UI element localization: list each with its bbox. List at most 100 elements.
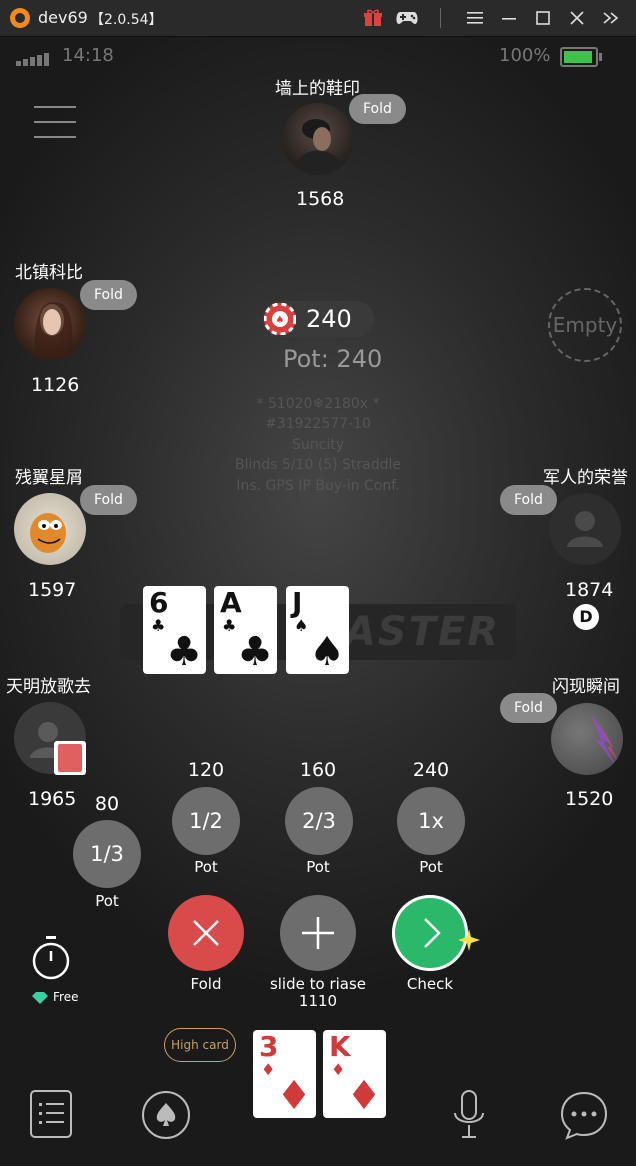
card-rank: 3 <box>259 1030 279 1063</box>
maximize-icon[interactable] <box>526 6 560 30</box>
plus-icon <box>302 917 334 949</box>
board-card: J ♠ ♠ <box>286 586 349 674</box>
app-logo-icon <box>10 8 30 28</box>
stopwatch-icon[interactable] <box>30 935 72 981</box>
card-rank: 6 <box>149 586 169 619</box>
hand-card: K ♦ ♦ <box>323 1030 386 1118</box>
avatar-left-upper[interactable] <box>14 288 86 360</box>
chips-left-upper: 1126 <box>31 374 80 396</box>
fold-badge-right-lower: Fold <box>500 693 557 723</box>
bet-option-amount: 240 <box>412 759 450 781</box>
dealer-button: D <box>573 604 599 630</box>
avatar-right-middle[interactable] <box>549 493 621 565</box>
window-controls <box>356 6 628 30</box>
fold-badge-right-middle: Fold <box>500 485 557 515</box>
bet-option-amount: 120 <box>187 759 225 781</box>
table-info-line: Ins. GPS IP Buy-in Conf. <box>236 478 400 494</box>
fold-label: Fold <box>190 975 222 993</box>
empty-seat[interactable]: Empty <box>548 288 622 362</box>
bet-option-label: Pot <box>194 858 218 876</box>
bet-option-amount: 160 <box>299 759 337 781</box>
gift-icon[interactable] <box>356 6 390 30</box>
chips-right-lower: 1520 <box>565 788 614 810</box>
chips-left-lower: 1965 <box>28 788 77 810</box>
card-rank: K <box>329 1030 351 1063</box>
hidden-card-icon <box>54 741 86 775</box>
board-card: A ♣ ♣ <box>214 586 277 674</box>
gamepad-icon[interactable] <box>390 6 424 30</box>
bet-full-pot-button[interactable]: 1x <box>397 787 465 855</box>
bet-option-label: Pot <box>419 858 443 876</box>
check-button[interactable] <box>392 895 468 971</box>
minimize-icon[interactable] <box>492 6 526 30</box>
board-card: 6 ♣ ♣ <box>143 586 206 674</box>
avatar-top[interactable] <box>282 103 354 175</box>
hamburger-menu-button[interactable] <box>34 106 76 140</box>
pot-bet-amount: 240 <box>306 305 352 333</box>
card-rank: A <box>220 586 242 619</box>
raise-label: slide to riase <box>269 975 367 993</box>
chevron-right-icon <box>424 918 441 948</box>
raise-amount: 1110 <box>298 992 338 1010</box>
card-suit: ♦ <box>261 1060 276 1079</box>
diamond-icon <box>32 992 48 1004</box>
bet-two-thirds-pot-button[interactable]: 2/3 <box>285 787 353 855</box>
card-rank: J <box>292 586 303 619</box>
fold-badge-left-middle: Fold <box>80 485 137 515</box>
raise-slider-button[interactable] <box>280 895 356 971</box>
window-titlebar: dev69 【2.0.54】 <box>0 0 636 37</box>
player-name-left-middle: 残翼星屑 <box>15 468 83 488</box>
table-info-line: Suncity <box>292 437 344 453</box>
hand-history-icon[interactable] <box>29 1089 73 1139</box>
signal-icon <box>16 53 49 66</box>
card-suit: ♠ <box>294 616 309 635</box>
player-name-right-middle: 军人的荣誉 <box>543 468 628 488</box>
window-version: 【2.0.54】 <box>90 12 163 28</box>
separator-icon <box>424 6 458 30</box>
status-battery-percent: 100% <box>499 45 551 66</box>
status-time: 14:18 <box>62 45 114 66</box>
check-label: Check <box>406 975 454 993</box>
close-icon <box>193 920 219 946</box>
card-suit: ♦ <box>331 1060 346 1079</box>
close-icon[interactable] <box>560 6 594 30</box>
table-info-line: * 51020❄2180x * <box>256 396 380 412</box>
bet-option-label: Pot <box>95 892 119 910</box>
player-name-right-lower: 闪现瞬间 <box>552 677 620 697</box>
spark-icon <box>458 929 480 951</box>
table-info-line: #31922577-10 <box>265 416 371 432</box>
card-suit-large: ♣ <box>166 629 202 675</box>
menu-icon[interactable] <box>458 6 492 30</box>
fold-badge-left-upper: Fold <box>80 280 137 310</box>
timer-free-label: Free <box>53 990 79 1004</box>
bet-half-pot-button[interactable]: 1/2 <box>172 787 240 855</box>
card-suit-large: ♣ <box>237 629 273 675</box>
battery-icon <box>560 47 602 67</box>
avatar-right-lower[interactable] <box>551 703 623 775</box>
collapse-icon[interactable] <box>594 6 628 30</box>
hand-strength-badge: High card <box>164 1028 236 1062</box>
microphone-icon[interactable] <box>451 1089 487 1141</box>
fold-badge-top: Fold <box>349 94 406 124</box>
table-info-line: Blinds 5/10 (5) Straddle <box>234 457 402 473</box>
player-name-left-lower: 天明放歌去 <box>6 677 91 697</box>
card-suit: ♣ <box>222 616 237 635</box>
window-title: dev69 <box>38 8 88 27</box>
player-name-top: 墙上的鞋印 <box>275 79 360 99</box>
bet-option-label: Pot <box>306 858 330 876</box>
card-suit: ♣ <box>151 616 166 635</box>
chips-right-middle: 1874 <box>565 579 614 601</box>
svg-text:♠: ♠ <box>276 315 285 326</box>
card-suit-large: ♠ <box>309 629 345 675</box>
fold-button[interactable] <box>168 895 244 971</box>
bet-option-amount: 80 <box>94 793 120 815</box>
player-name-left-upper: 北镇科比 <box>15 263 83 283</box>
card-suit-large: ♦ <box>276 1073 312 1119</box>
avatar-left-middle[interactable] <box>14 493 86 565</box>
chips-top: 1568 <box>296 188 345 210</box>
bet-one-third-pot-button[interactable]: 1/3 <box>73 820 141 888</box>
hand-card: 3 ♦ ♦ <box>253 1030 316 1118</box>
spade-icon[interactable] <box>141 1090 191 1140</box>
chips-left-middle: 1597 <box>28 579 77 601</box>
chat-icon[interactable] <box>559 1090 609 1140</box>
